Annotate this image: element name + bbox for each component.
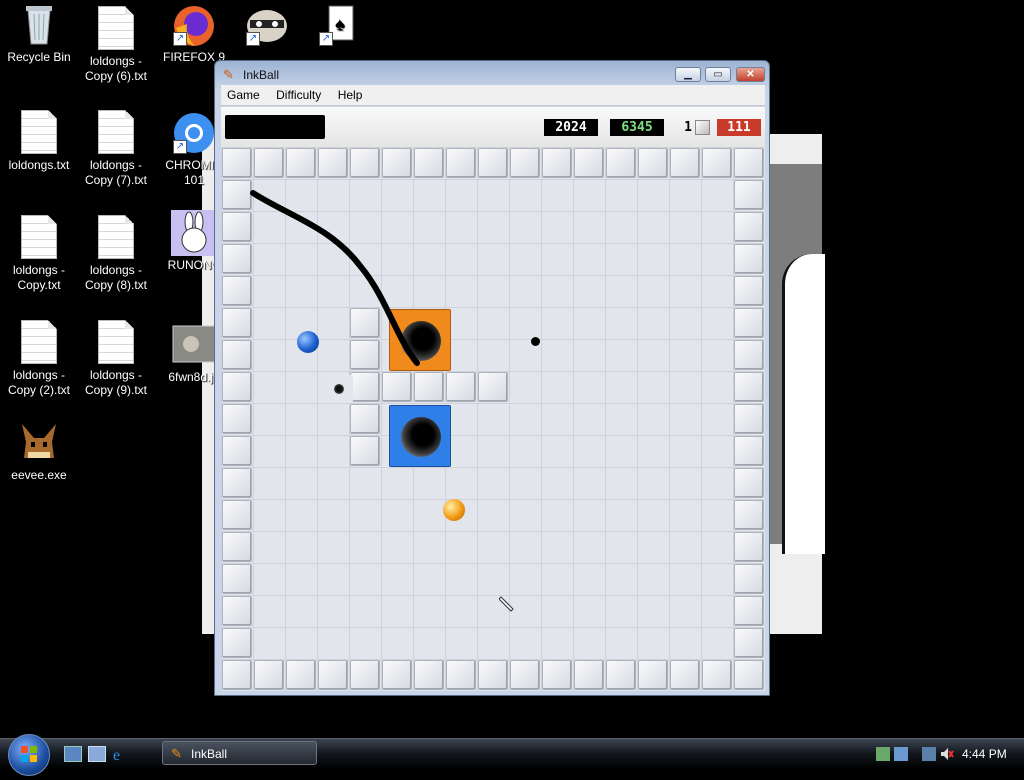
desktop-icon-file[interactable]: loldongs - Copy (2).txt bbox=[0, 320, 78, 398]
background-image-shape bbox=[782, 254, 825, 554]
inkball-app-icon: ✎ bbox=[171, 746, 182, 761]
raccoon-icon: ↗ bbox=[244, 2, 290, 48]
score-bar: 2024 6345 1 111 bbox=[221, 107, 765, 148]
switch-windows-icon[interactable] bbox=[88, 746, 106, 762]
desktop-icon-file[interactable]: loldongs - Copy.txt bbox=[0, 215, 78, 293]
volume-muted-icon[interactable] bbox=[940, 747, 954, 761]
bunny-icon bbox=[171, 210, 217, 256]
menu-game[interactable]: Game bbox=[221, 85, 266, 105]
desktop-icon-file[interactable]: loldongs.txt bbox=[0, 110, 78, 173]
icon-label: Recycle Bin bbox=[7, 50, 71, 64]
icon-label: loldongs - Copy.txt bbox=[12, 263, 66, 292]
icon-label: loldongs - Copy (7).txt bbox=[84, 158, 147, 187]
icon-label: eevee.exe bbox=[11, 468, 67, 482]
icon-label: 6fwn8d.jp bbox=[168, 370, 220, 384]
tray-network-icon[interactable] bbox=[876, 747, 890, 761]
chromium-icon: ↗ bbox=[171, 110, 217, 156]
maximize-button[interactable]: ▭ bbox=[705, 67, 731, 82]
icon-label: loldongs - Copy (6).txt bbox=[84, 54, 147, 83]
taskbar-item-inkball[interactable]: ✎ InkBall bbox=[162, 741, 317, 765]
level-display: 1 bbox=[684, 120, 692, 135]
ink-stroke bbox=[250, 190, 420, 366]
icon-label: loldongs - Copy (2).txt bbox=[7, 368, 70, 397]
text-file-icon bbox=[21, 320, 57, 364]
svg-text:♠: ♠ bbox=[335, 14, 345, 34]
window-title: InkBall bbox=[243, 68, 280, 82]
image-file-icon bbox=[171, 322, 217, 368]
desktop-icon-recycle-bin[interactable]: Recycle Bin bbox=[0, 2, 78, 65]
shortcut-arrow-icon: ↗ bbox=[173, 140, 187, 154]
icon-label: loldongs.txt bbox=[8, 158, 70, 172]
ink-display bbox=[225, 115, 325, 139]
menu-difficulty[interactable]: Difficulty bbox=[270, 85, 327, 105]
text-file-icon bbox=[21, 215, 57, 259]
desktop-icon-eevee[interactable]: eevee.exe bbox=[0, 420, 78, 483]
text-file-icon bbox=[98, 6, 134, 50]
start-button[interactable] bbox=[8, 734, 50, 776]
desktop-icon-solitaire[interactable]: ♠ ↗ bbox=[305, 2, 375, 50]
cards-icon: ♠ ↗ bbox=[317, 2, 363, 48]
internet-explorer-icon[interactable]: e bbox=[112, 746, 128, 764]
icon-label: loldongs - Copy (8).txt bbox=[84, 263, 147, 292]
level-tile-icon bbox=[695, 120, 710, 135]
text-file-icon bbox=[98, 320, 134, 364]
icon-label: loldongs - Copy (9).txt bbox=[84, 368, 147, 397]
inkball-window: ✎ InkBall ▁ ▭ ✕ Game Difficulty Help 202… bbox=[214, 60, 770, 696]
taskbar-item-label: InkBall bbox=[191, 747, 228, 761]
timer-display: 111 bbox=[717, 119, 761, 136]
text-file-icon bbox=[98, 110, 134, 154]
show-desktop-icon[interactable] bbox=[64, 746, 82, 762]
score-display: 2024 bbox=[544, 119, 598, 136]
menu-help[interactable]: Help bbox=[332, 85, 369, 105]
close-button[interactable]: ✕ bbox=[736, 67, 765, 82]
eevee-icon bbox=[16, 420, 62, 466]
tray-app-icon[interactable] bbox=[894, 747, 908, 761]
desktop-icon-firefox[interactable]: ↗ FIREFOX 9 bbox=[155, 2, 233, 65]
desktop-icon-file[interactable]: loldongs - Copy (8).txt bbox=[77, 215, 155, 293]
text-file-icon bbox=[98, 215, 134, 259]
tray-monitor-icon[interactable] bbox=[922, 747, 936, 761]
desktop-icon-file[interactable]: loldongs - Copy (7).txt bbox=[77, 110, 155, 188]
shortcut-arrow-icon: ↗ bbox=[319, 32, 333, 46]
desktop-icon-file[interactable]: loldongs - Copy (9).txt bbox=[77, 320, 155, 398]
firefox-icon: ↗ bbox=[171, 2, 217, 48]
svg-text:e: e bbox=[113, 747, 120, 762]
icon-label: RUNONC bbox=[167, 258, 221, 272]
shortcut-arrow-icon: ↗ bbox=[173, 32, 187, 46]
desktop-icon-file[interactable]: loldongs - Copy (6).txt bbox=[77, 6, 155, 84]
recycle-bin-icon bbox=[16, 2, 62, 48]
menu-bar: Game Difficulty Help bbox=[221, 85, 765, 106]
text-file-icon bbox=[21, 110, 57, 154]
inkball-app-icon: ✎ bbox=[223, 67, 234, 82]
high-score-display: 6345 bbox=[610, 119, 664, 136]
pen-cursor-icon bbox=[499, 596, 514, 612]
shortcut-arrow-icon: ↗ bbox=[246, 32, 260, 46]
taskbar: e ✎ InkBall 4:44 PM bbox=[0, 734, 1024, 776]
minimize-button[interactable]: ▁ bbox=[675, 67, 701, 82]
game-board[interactable] bbox=[221, 147, 765, 691]
clock: 4:44 PM bbox=[962, 747, 1007, 761]
desktop-icon-raccoon[interactable]: ↗ bbox=[232, 2, 302, 50]
